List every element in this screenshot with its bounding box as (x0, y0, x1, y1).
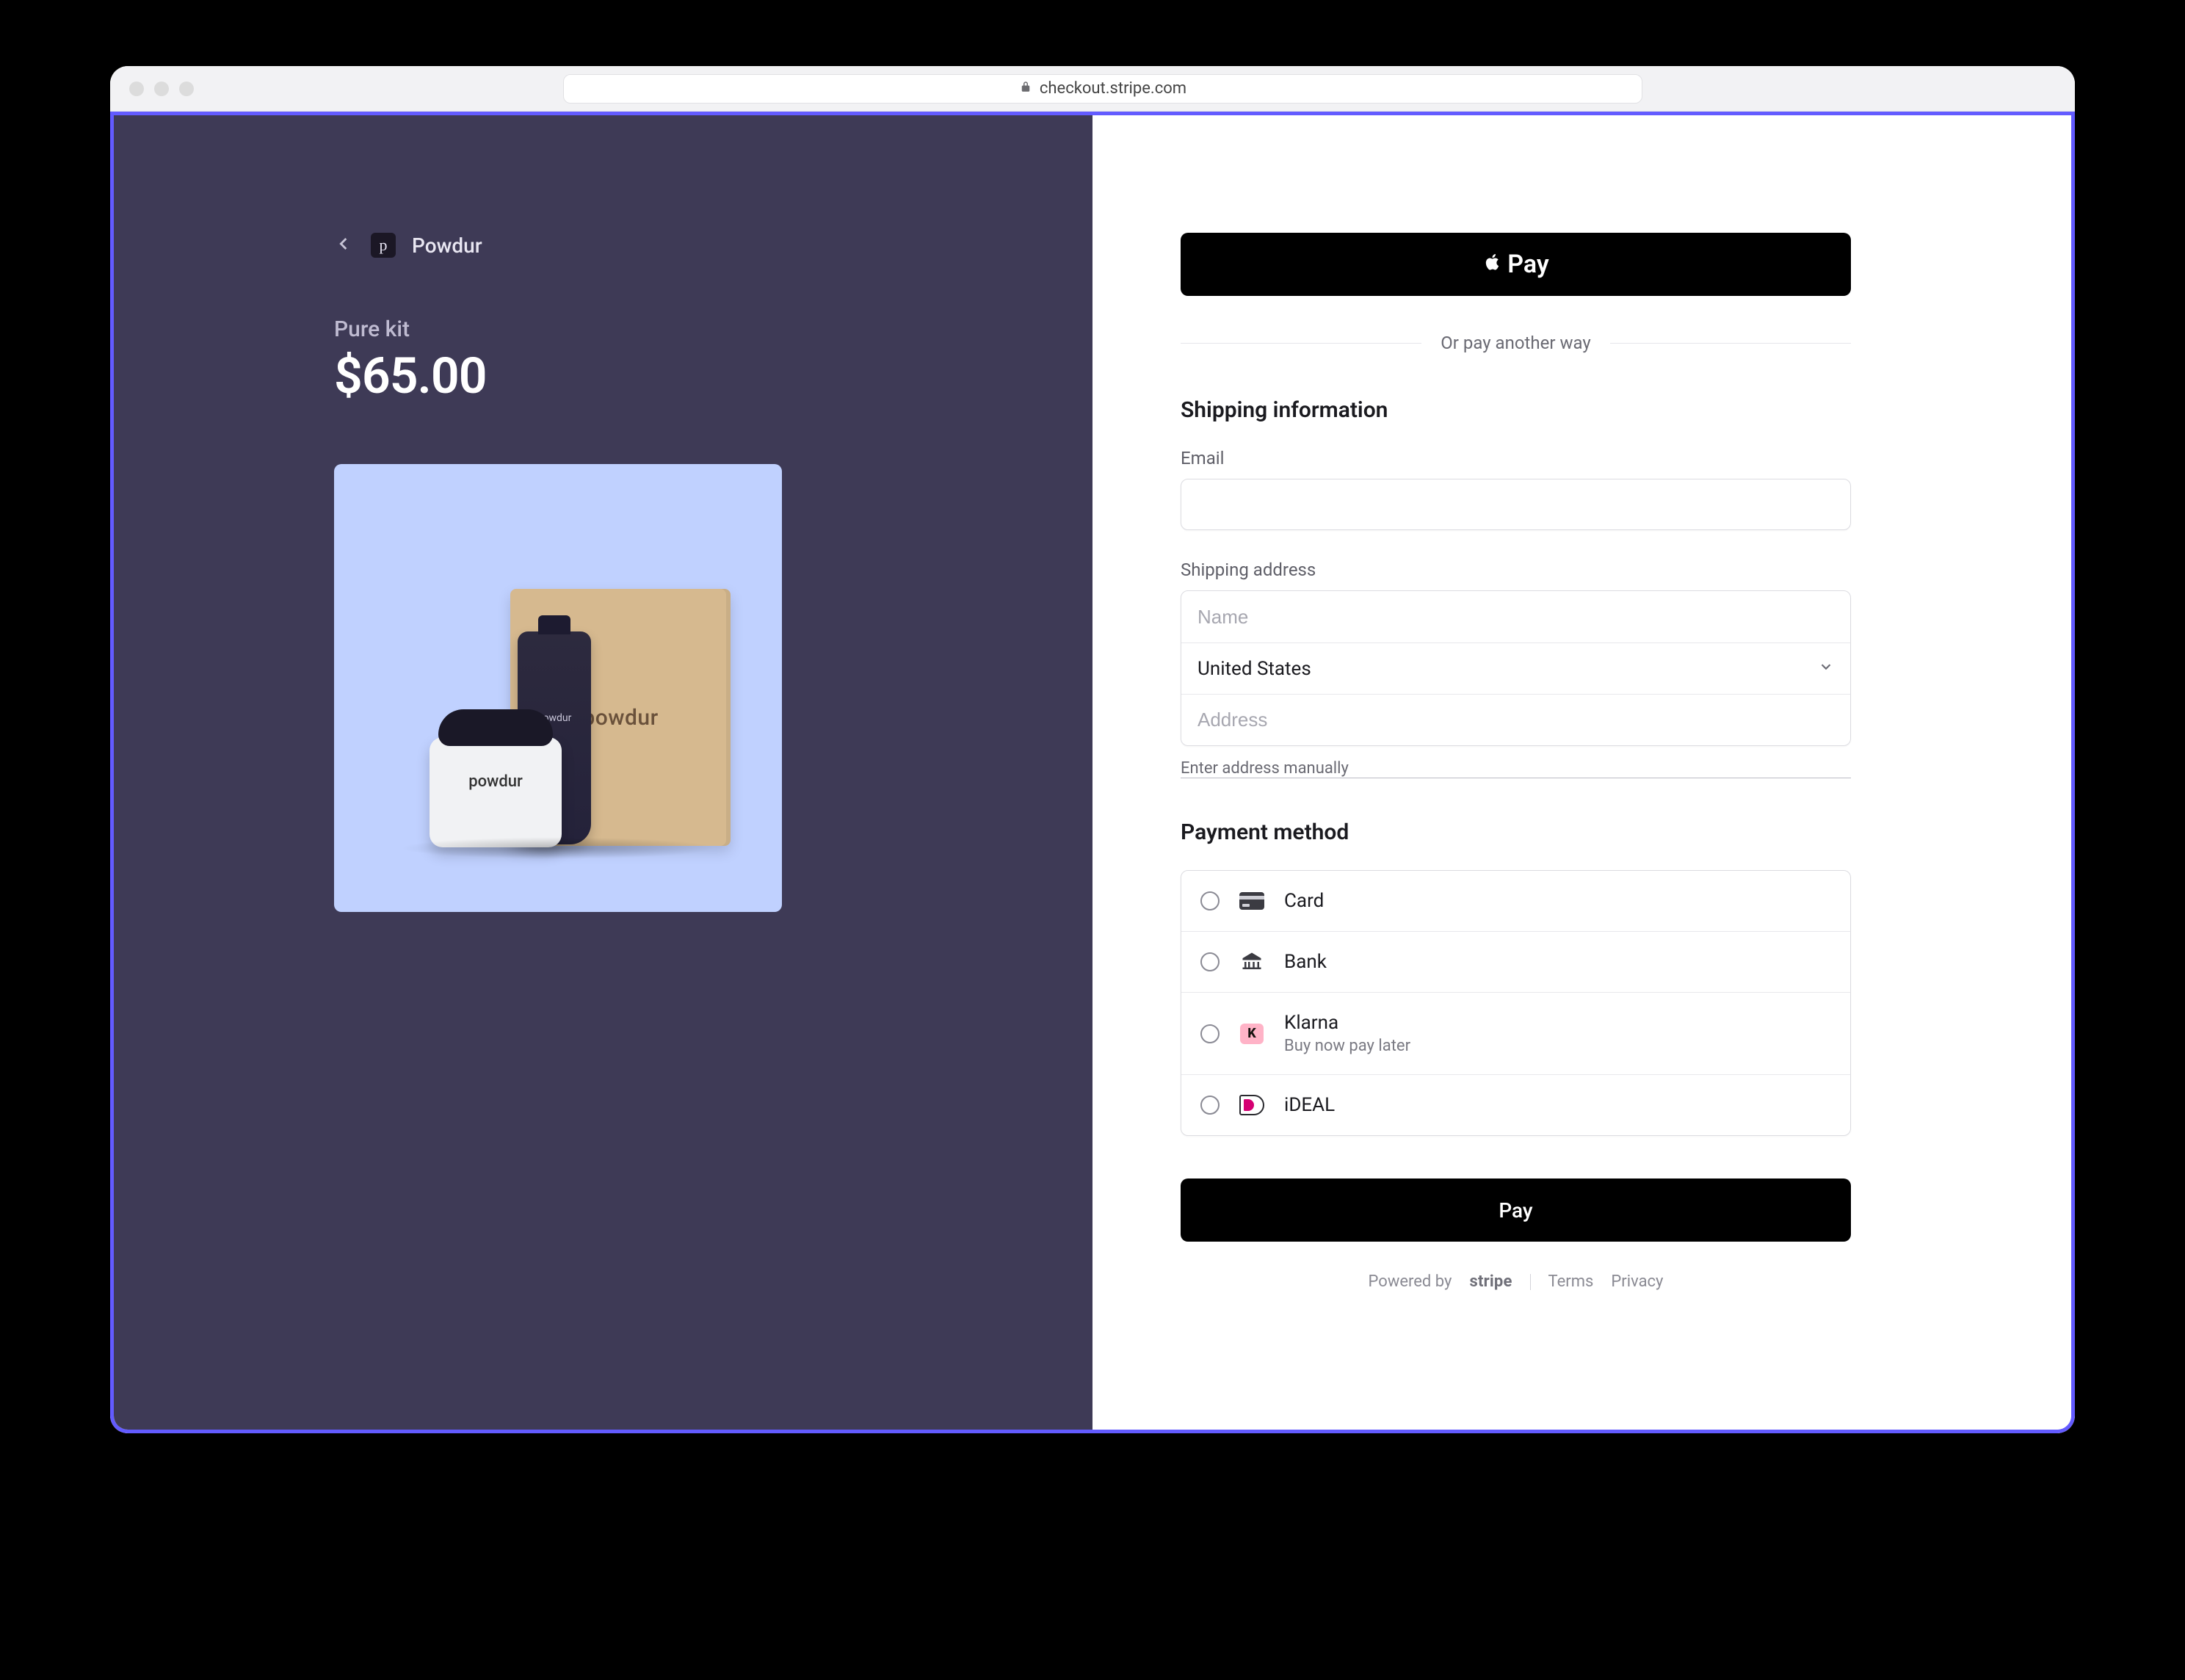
payment-method-ideal[interactable]: iDEAL (1181, 1074, 1850, 1135)
country-select[interactable]: United States (1181, 642, 1850, 694)
country-value: United States (1197, 658, 1311, 680)
pm-title: Card (1284, 890, 1324, 912)
jar-label: powdur (430, 772, 562, 791)
pm-title: Klarna (1284, 1012, 1410, 1034)
email-input[interactable] (1181, 479, 1851, 530)
enter-address-manually-link[interactable]: Enter address manually (1181, 759, 1851, 778)
shipping-heading: Shipping information (1181, 397, 1851, 423)
pay-button-label: Pay (1499, 1198, 1532, 1223)
browser-window: checkout.stripe.com p Powdur Pure kit $6… (110, 66, 2075, 1433)
apple-pay-label: Pay (1507, 250, 1549, 279)
address-row (1181, 694, 1850, 745)
merchant-header: p Powdur (334, 233, 1004, 258)
address-bar[interactable]: checkout.stripe.com (563, 74, 1642, 104)
divider-text: Or pay another way (1441, 333, 1590, 353)
radio-icon (1200, 952, 1220, 971)
pay-button[interactable]: Pay (1181, 1178, 1851, 1242)
traffic-dot-max[interactable] (179, 82, 194, 96)
lock-icon (1019, 79, 1032, 98)
checkout-frame: p Powdur Pure kit $65.00 powdur powdur p… (110, 112, 2075, 1433)
pm-subtitle: Buy now pay later (1284, 1037, 1410, 1055)
ideal-icon (1239, 1095, 1265, 1115)
product-name: Pure kit (334, 316, 1004, 342)
payment-method-list: Card Bank K Klarna (1181, 870, 1851, 1136)
pm-title: Bank (1284, 951, 1327, 973)
checkout-footer: Powered by stripe Terms Privacy (1181, 1272, 1851, 1291)
name-row (1181, 591, 1850, 642)
payment-method-klarna[interactable]: K Klarna Buy now pay later (1181, 992, 1850, 1074)
address-input[interactable] (1197, 709, 1834, 731)
product-image: powdur powdur powdur (334, 464, 782, 912)
payment-method-card[interactable]: Card (1181, 871, 1850, 931)
box-label: powdur (582, 705, 658, 731)
order-summary-panel: p Powdur Pure kit $65.00 powdur powdur p… (114, 115, 1092, 1430)
bank-icon (1239, 952, 1265, 972)
klarna-icon: K (1239, 1024, 1265, 1044)
privacy-link[interactable]: Privacy (1611, 1272, 1663, 1291)
radio-icon (1200, 1096, 1220, 1115)
pay-divider: Or pay another way (1181, 333, 1851, 353)
payment-method-bank[interactable]: Bank (1181, 931, 1850, 992)
browser-chrome: checkout.stripe.com (110, 66, 2075, 112)
back-arrow-icon[interactable] (334, 233, 355, 257)
apple-pay-button[interactable]: Pay (1181, 233, 1851, 296)
window-controls (129, 82, 194, 96)
payment-method-heading: Payment method (1181, 819, 1851, 845)
url-text: checkout.stripe.com (1040, 79, 1186, 98)
chevron-down-icon (1818, 658, 1834, 680)
terms-link[interactable]: Terms (1548, 1272, 1594, 1291)
merchant-name: Powdur (412, 233, 482, 258)
product-price: $65.00 (334, 347, 1004, 405)
traffic-dot-min[interactable] (154, 82, 169, 96)
footer-separator (1530, 1274, 1531, 1290)
shipping-address-label: Shipping address (1181, 560, 1851, 580)
radio-icon (1200, 1024, 1220, 1043)
traffic-dot-close[interactable] (129, 82, 144, 96)
merchant-logo: p (371, 233, 396, 258)
powered-by-text: Powered by (1369, 1272, 1452, 1291)
radio-icon (1200, 891, 1220, 910)
product-jar-graphic: powdur (430, 737, 562, 847)
stripe-logo-text: stripe (1469, 1272, 1512, 1291)
checkout-form-panel: Pay Or pay another way Shipping informat… (1092, 115, 2071, 1430)
pm-title: iDEAL (1284, 1094, 1335, 1116)
card-icon (1239, 891, 1265, 911)
shipping-address-group: United States (1181, 590, 1851, 746)
email-label: Email (1181, 448, 1851, 468)
name-input[interactable] (1197, 606, 1834, 629)
apple-logo-icon (1482, 250, 1503, 279)
